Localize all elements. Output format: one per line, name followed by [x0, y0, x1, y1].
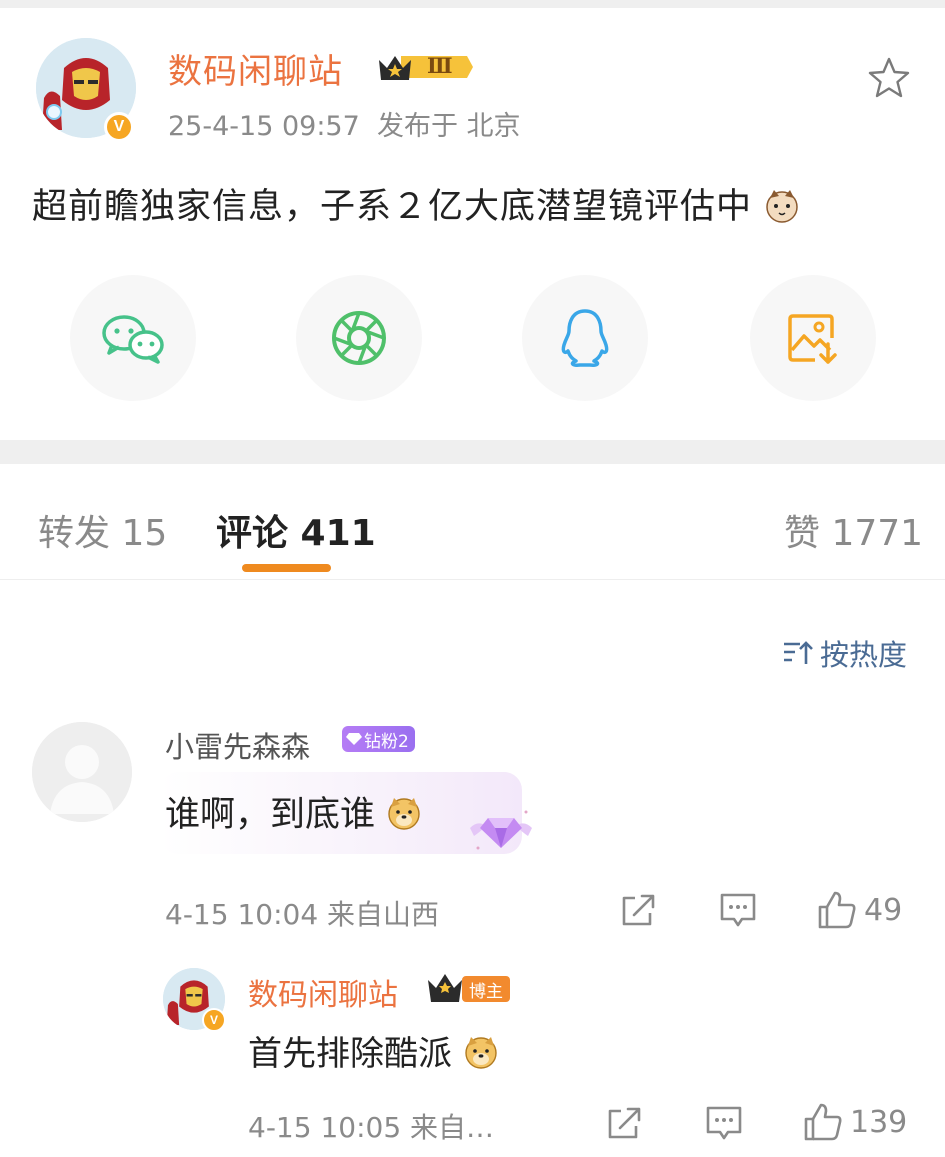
share-wechat-button[interactable]: [70, 275, 196, 401]
post-author-name[interactable]: 数码闲聊站: [168, 44, 343, 93]
top-divider: [0, 0, 945, 8]
reply-meta: 4-15 10:05 来自…: [248, 1106, 494, 1146]
comment-text: 谁啊，到底谁: [165, 786, 422, 837]
commenter-avatar[interactable]: [32, 722, 132, 822]
cat-emoji-icon: [764, 188, 800, 224]
comment-text-content: 谁啊，到底谁: [165, 795, 376, 835]
reply-time: 4-15 10:05: [248, 1111, 402, 1144]
moments-icon: [332, 311, 386, 365]
post-content-text: 超前瞻独家信息，子系２亿大底潜望镜评估中: [32, 187, 753, 227]
reply-author-name[interactable]: 数码闲聊站: [248, 970, 398, 1014]
reply-crown-icon: [426, 972, 464, 1004]
post-meta: 25-4-15 09:57 发布于 北京: [168, 104, 521, 143]
post-content: 超前瞻独家信息，子系２亿大底潜望镜评估中: [32, 178, 800, 229]
comment-reply-button[interactable]: [718, 891, 758, 929]
reply-comment-button[interactable]: [704, 1104, 744, 1142]
save-image-icon: [788, 314, 837, 364]
sort-by-hot-button[interactable]: 按热度: [782, 632, 907, 674]
fan-level-badge: 钻粉2: [342, 726, 415, 752]
reply-text: 首先排除酷派: [248, 1026, 499, 1075]
reply-like-count: 139: [850, 1104, 908, 1140]
active-tab-indicator: [242, 564, 331, 572]
reply-text-content: 首先排除酷派: [248, 1034, 452, 1074]
share-arrow-icon: [622, 894, 655, 926]
sort-label: 按热度: [820, 638, 908, 672]
comment-source: 来自山西: [327, 898, 440, 931]
reply-source: 来自…: [410, 1111, 495, 1144]
tab-bar: 转发 15 评论 411 赞 1771: [0, 464, 945, 580]
post-location: 发布于 北京: [376, 111, 521, 142]
comment-like-count: 49: [864, 892, 903, 928]
share-moments-button[interactable]: [296, 275, 422, 401]
comment-time: 4-15 10:04: [165, 898, 319, 931]
doge-emoji-icon: [386, 795, 422, 831]
thumbs-up-icon: [818, 891, 856, 929]
reply-like-button[interactable]: 139: [802, 1101, 907, 1143]
reply-share-button[interactable]: [606, 1104, 644, 1142]
qq-icon: [561, 309, 609, 367]
tab-repost[interactable]: 转发 15: [38, 504, 167, 556]
tab-comments[interactable]: 评论 411: [216, 504, 376, 556]
save-image-button[interactable]: [750, 275, 876, 401]
level-crown-badge: Ⅲ: [375, 50, 475, 84]
verified-badge: V: [104, 112, 134, 142]
comment-share-button[interactable]: [620, 891, 658, 929]
commenter-name[interactable]: 小雷先森森: [165, 724, 310, 766]
section-divider: [0, 440, 945, 464]
comment-bubble-icon: [706, 1106, 742, 1140]
share-qq-button[interactable]: [522, 275, 648, 401]
share-arrow-icon: [608, 1107, 641, 1139]
sort-icon: [784, 641, 813, 664]
diamond-fan-decoration-icon: [466, 802, 536, 858]
comment-like-button[interactable]: 49: [816, 889, 902, 931]
thumbs-up-icon: [804, 1103, 842, 1141]
diamond-icon: [346, 733, 362, 745]
comment-bubble-icon: [720, 893, 756, 927]
comment-meta: 4-15 10:04 来自山西: [165, 893, 439, 933]
post-time: 25-4-15 09:57: [168, 111, 360, 142]
wechat-icon: [102, 315, 164, 364]
level-numeral: Ⅲ: [427, 53, 453, 78]
author-role-badge: 博主: [462, 976, 510, 1002]
reply-verified-badge: V: [202, 1008, 226, 1032]
favorite-star-icon[interactable]: [866, 55, 912, 101]
tab-likes[interactable]: 赞 1771: [784, 504, 923, 556]
fan-badge-label: 钻粉2: [364, 731, 409, 752]
doge-emoji-icon: [463, 1034, 499, 1070]
